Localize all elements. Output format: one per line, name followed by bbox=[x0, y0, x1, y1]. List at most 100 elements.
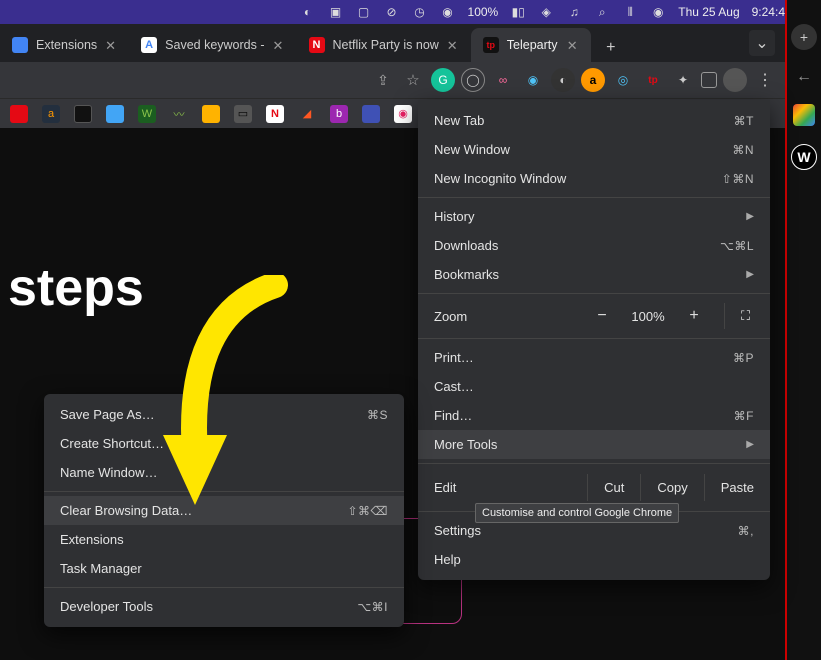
menu-downloads[interactable]: Downloads ⌥⌘L bbox=[418, 231, 770, 260]
menu-separator bbox=[418, 463, 770, 464]
bookmark-icon[interactable]: b bbox=[330, 105, 348, 123]
menu-bookmarks[interactable]: Bookmarks ▶ bbox=[418, 260, 770, 289]
profile-avatar[interactable] bbox=[723, 68, 747, 92]
search-icon: ⌕ bbox=[594, 4, 610, 20]
app-tab-icon[interactable]: + bbox=[791, 24, 817, 50]
bookmark-icon[interactable]: W bbox=[138, 105, 156, 123]
ext-icon[interactable]: ◯ bbox=[461, 68, 485, 92]
menu-help[interactable]: Help bbox=[418, 545, 770, 574]
submenu-developer-tools[interactable]: Developer Tools ⌥⌘I bbox=[44, 592, 404, 621]
close-icon[interactable]: ✕ bbox=[447, 38, 461, 52]
ext-grammarly-icon[interactable]: G bbox=[431, 68, 455, 92]
bookmark-icon[interactable]: N bbox=[266, 105, 284, 123]
shortcut-text: ⌥⌘L bbox=[720, 239, 754, 253]
submenu-create-shortcut[interactable]: Create Shortcut… bbox=[44, 429, 404, 458]
shortcut-text: ⌘N bbox=[732, 143, 754, 157]
new-tab-button[interactable]: + bbox=[597, 34, 625, 62]
copy-button[interactable]: Copy bbox=[640, 474, 703, 501]
ext-amazon-icon[interactable]: a bbox=[581, 68, 605, 92]
tab-title: Netflix Party is now bbox=[333, 38, 439, 52]
close-icon[interactable]: ✕ bbox=[567, 38, 581, 52]
extensions-puzzle-icon[interactable]: ✦ bbox=[671, 68, 695, 92]
tab-saved-keywords[interactable]: A Saved keywords - ✕ bbox=[129, 28, 296, 62]
favicon-icon: A bbox=[141, 37, 157, 53]
gmail-icon[interactable] bbox=[793, 104, 815, 126]
zoom-percent: 100% bbox=[624, 309, 672, 324]
bookmark-folder-icon[interactable]: ▭ bbox=[234, 105, 252, 123]
sync-icon: ◐ bbox=[300, 4, 316, 20]
paste-button[interactable]: Paste bbox=[704, 474, 770, 501]
tab-teleparty[interactable]: tp Teleparty ✕ bbox=[471, 28, 591, 62]
bookmark-icon[interactable] bbox=[362, 105, 380, 123]
ext-teleparty-icon[interactable]: tp bbox=[641, 68, 665, 92]
submenu-save-page[interactable]: Save Page As… ⌘S bbox=[44, 400, 404, 429]
close-icon[interactable]: ✕ bbox=[105, 38, 119, 52]
app-icon: ▢ bbox=[356, 4, 372, 20]
bookmark-icon[interactable] bbox=[202, 105, 220, 123]
menu-label: Task Manager bbox=[60, 561, 388, 576]
bookmark-icon[interactable] bbox=[106, 105, 124, 123]
submenu-clear-browsing-data[interactable]: Clear Browsing Data… ⇧⌘⌫ bbox=[44, 496, 404, 525]
menu-label: New Incognito Window bbox=[434, 171, 722, 186]
menu-find[interactable]: Find… ⌘F bbox=[418, 401, 770, 430]
zoom-in-button[interactable]: + bbox=[680, 303, 708, 329]
menu-label: Create Shortcut… bbox=[60, 436, 388, 451]
tab-title: Extensions bbox=[36, 38, 97, 52]
menu-label: Print… bbox=[434, 350, 733, 365]
menu-label: Name Window… bbox=[60, 465, 388, 480]
menu-new-window[interactable]: New Window ⌘N bbox=[418, 135, 770, 164]
favicon-icon bbox=[12, 37, 28, 53]
siri-icon: ◉ bbox=[650, 4, 666, 20]
macos-menubar: ◐ ▣ ▢ ⊘ ◷ ◉ 100% ▮▯ ◈ ♫ ⌕ ⫴ ◉ Thu 25 Aug… bbox=[0, 0, 821, 24]
menu-label: Settings bbox=[434, 523, 738, 538]
menu-label: Extensions bbox=[60, 532, 388, 547]
menu-label: More Tools bbox=[434, 437, 746, 452]
fullscreen-button[interactable]: ⛶ bbox=[724, 303, 754, 329]
menu-separator bbox=[44, 587, 404, 588]
wifi-icon: ◈ bbox=[538, 4, 554, 20]
menu-new-incognito[interactable]: New Incognito Window ⇧⌘N bbox=[418, 164, 770, 193]
bookmark-icon[interactable] bbox=[74, 105, 92, 123]
menu-edit-row: Edit Cut Copy Paste bbox=[418, 468, 770, 507]
bookmark-amazon-icon[interactable]: a bbox=[42, 105, 60, 123]
sidepanel-icon[interactable] bbox=[701, 72, 717, 88]
menu-label: History bbox=[434, 209, 746, 224]
menu-zoom-row: Zoom − 100% + ⛶ bbox=[418, 298, 770, 334]
wordpress-icon[interactable]: W bbox=[791, 144, 817, 170]
back-icon[interactable]: ← bbox=[796, 68, 812, 86]
menu-cast[interactable]: Cast… bbox=[418, 372, 770, 401]
ext-icon[interactable]: ◐ bbox=[551, 68, 575, 92]
menu-label: Zoom bbox=[434, 309, 580, 324]
submenu-extensions[interactable]: Extensions bbox=[44, 525, 404, 554]
bookmark-star-icon[interactable]: ☆ bbox=[401, 68, 425, 92]
menu-print[interactable]: Print… ⌘P bbox=[418, 343, 770, 372]
ext-eye-icon[interactable]: ◉ bbox=[521, 68, 545, 92]
share-icon[interactable]: ⇪ bbox=[371, 68, 395, 92]
shortcut-text: ⌘F bbox=[734, 409, 754, 423]
chevron-right-icon: ▶ bbox=[746, 439, 754, 450]
ext-icon[interactable]: ◎ bbox=[611, 68, 635, 92]
submenu-name-window[interactable]: Name Window… bbox=[44, 458, 404, 487]
bookmark-icon[interactable]: ◢ bbox=[298, 105, 316, 123]
bookmark-icon[interactable] bbox=[10, 105, 28, 123]
tab-netflix-party[interactable]: N Netflix Party is now ✕ bbox=[297, 28, 471, 62]
bookmark-icon[interactable]: 〰 bbox=[170, 105, 188, 123]
submenu-task-manager[interactable]: Task Manager bbox=[44, 554, 404, 583]
menu-label: Find… bbox=[434, 408, 734, 423]
menu-history[interactable]: History ▶ bbox=[418, 202, 770, 231]
menu-more-tools[interactable]: More Tools ▶ bbox=[418, 430, 770, 459]
zoom-out-button[interactable]: − bbox=[588, 303, 616, 329]
ext-icon[interactable]: ∞ bbox=[491, 68, 515, 92]
tab-extensions[interactable]: Extensions ✕ bbox=[0, 28, 129, 62]
menubar-date: Thu 25 Aug bbox=[678, 5, 739, 19]
control-center-icon: ⫴ bbox=[622, 4, 638, 20]
more-tools-submenu: Save Page As… ⌘S Create Shortcut… Name W… bbox=[44, 394, 404, 627]
chevron-right-icon: ▶ bbox=[746, 211, 754, 222]
cut-button[interactable]: Cut bbox=[587, 474, 640, 501]
close-icon[interactable]: ✕ bbox=[273, 38, 287, 52]
chrome-menu-button[interactable]: ⋮ bbox=[753, 70, 777, 90]
tab-list-dropdown[interactable]: ⌄ bbox=[749, 30, 775, 56]
bookmark-icon[interactable]: ◉ bbox=[394, 105, 412, 123]
menu-separator bbox=[418, 338, 770, 339]
menu-new-tab[interactable]: New Tab ⌘T bbox=[418, 106, 770, 135]
